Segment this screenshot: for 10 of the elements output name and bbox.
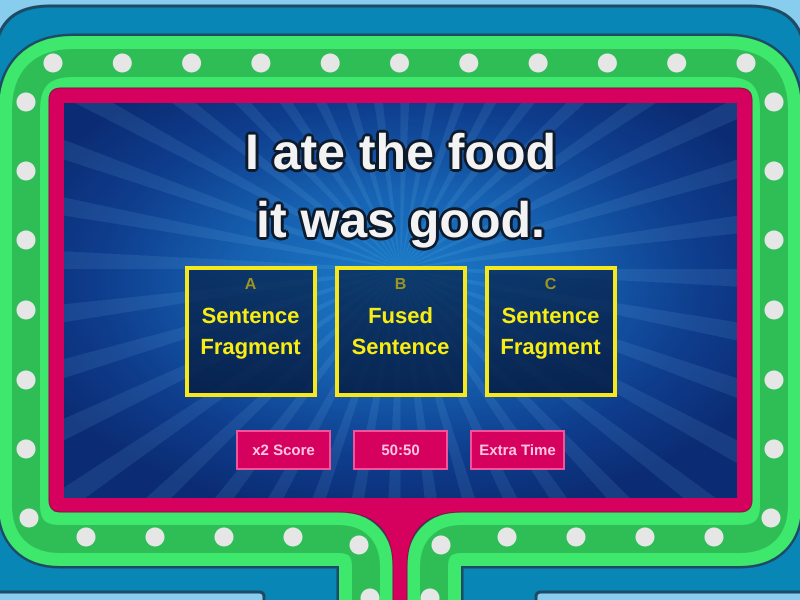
powerup-button[interactable]: x2 Score xyxy=(236,430,331,470)
answer-option[interactable]: B Fused Sentence xyxy=(334,266,466,397)
option-letter: C xyxy=(544,275,556,295)
powerup-button[interactable]: Extra Time xyxy=(470,430,565,470)
question-text: I ate the food it was good. xyxy=(244,123,558,250)
answer-option[interactable]: C Sentence Fragment xyxy=(484,266,616,397)
answer-option[interactable]: A Sentence Fragment xyxy=(184,266,316,397)
option-letter: A xyxy=(244,275,256,295)
option-letter: B xyxy=(394,275,406,295)
powerup-button[interactable]: 50:50 xyxy=(353,430,448,470)
